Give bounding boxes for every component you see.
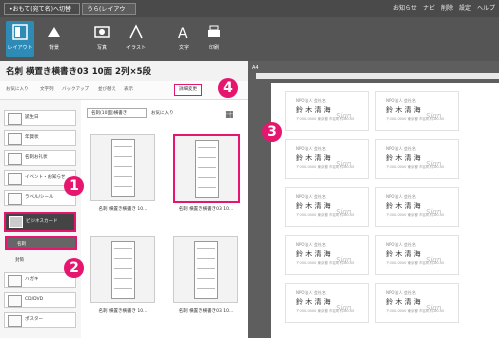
- template-thumbnail: [90, 236, 155, 303]
- template-thumbnail: [173, 236, 238, 303]
- sidebar-item-business-card[interactable]: ビジネスカード: [4, 212, 76, 232]
- subitem-meishi[interactable]: 名刺: [5, 236, 77, 250]
- menu-navi[interactable]: ナビ: [423, 3, 435, 12]
- layout-header: 名刺 横置き横書き03 10面 2列×5段: [0, 61, 248, 81]
- illustration-button[interactable]: イラスト: [122, 21, 150, 57]
- photo-icon: [94, 26, 110, 38]
- category-icon: [8, 133, 22, 145]
- filter-favorite[interactable]: お気に入り: [6, 86, 29, 92]
- menu-news[interactable]: お知らせ: [393, 3, 417, 12]
- sidebar-item-poster[interactable]: ポスター: [4, 312, 76, 328]
- category-icon: [8, 315, 22, 327]
- sidebar-item-postcard[interactable]: ハガキ: [4, 272, 76, 288]
- template-caption: 名刺 横置き横書き03 10...: [178, 309, 234, 314]
- menu-help[interactable]: ヘルプ: [477, 3, 495, 12]
- template-thumbnail: [90, 134, 155, 201]
- filter-bar: お気に入り 文字列 バックアップ 並び替え 表示: [0, 81, 248, 100]
- business-card-preview: NPO法人 会社名鈴 木 清 海〒000-0000 東京都 市区町村 00-00…: [375, 91, 459, 131]
- filter-text[interactable]: 文字列: [40, 86, 54, 92]
- callout-badge-3: 3: [262, 122, 282, 142]
- sidebar-item-newyear[interactable]: 年賀状: [4, 130, 76, 146]
- layout-button[interactable]: レイアウト: [6, 21, 34, 57]
- business-card-preview: NPO法人 会社名鈴 木 清 海〒000-0000 東京都 市区町村 00-00…: [285, 187, 369, 227]
- grid-view-icon[interactable]: ▦: [225, 110, 234, 120]
- favorite-link[interactable]: お気に入り: [151, 110, 174, 116]
- template-thumbnail: [173, 134, 240, 203]
- svg-text:A: A: [178, 26, 188, 41]
- business-card-preview: NPO法人 会社名鈴 木 清 海〒000-0000 東京都 市区町村 00-00…: [375, 187, 459, 227]
- sidebar-item-cd[interactable]: CD/DVD: [4, 292, 76, 308]
- category-icon: [8, 173, 22, 185]
- callout-badge-1: 1: [64, 176, 84, 196]
- category-icon: [8, 113, 22, 125]
- business-card-preview: NPO法人 会社名鈴 木 清 海〒000-0000 東京都 市区町村 00-00…: [285, 235, 369, 275]
- business-card-preview: NPO法人 会社名鈴 木 清 海〒000-0000 東京都 市区町村 00-00…: [375, 235, 459, 275]
- text-icon: A: [178, 26, 188, 41]
- main-toolbar: レイアウト 背景 写真 イラスト A 文字 印刷: [0, 17, 499, 61]
- filter-view[interactable]: 表示: [124, 86, 133, 92]
- callout-badge-4: 4: [218, 78, 238, 98]
- tab-back[interactable]: うら(レイアウト): [82, 3, 136, 25]
- detail-change-button[interactable]: 詳細変更: [174, 84, 202, 96]
- category-icon: [9, 216, 23, 228]
- template-card[interactable]: 名刺 横置き横書き 10...: [84, 230, 162, 322]
- category-icon: [8, 153, 22, 165]
- category-sidebar: 誕生日 年賀状 名刺お礼状 イベント・お知らせ ラベル/シール ビジネスカード …: [0, 100, 82, 338]
- business-card-preview: NPO法人 会社名鈴 木 清 海〒000-0000 東京都 市区町村 00-00…: [285, 283, 369, 323]
- category-icon: [8, 275, 22, 287]
- template-card[interactable]: 名刺 横置き横書き03 10...: [167, 230, 245, 322]
- sidebar-item-birthday[interactable]: 誕生日: [4, 110, 76, 126]
- template-caption: 名刺 横置き横書き 10...: [98, 309, 148, 314]
- business-card-preview: NPO法人 会社名鈴 木 清 海〒000-0000 東京都 市区町村 00-00…: [285, 139, 369, 179]
- category-icon: [8, 193, 22, 205]
- top-bar: •おもて(宛て名)へ切替 うら(レイアウト) お知らせ ナビ 削除 設定 ヘルプ: [0, 0, 499, 25]
- ruler: [256, 73, 499, 79]
- template-caption: 名刺 横置き横書き03 10...: [178, 207, 234, 212]
- page-title: 名刺 横置き横書き03 10面 2列×5段: [6, 67, 151, 77]
- callout-badge-2: 2: [64, 258, 84, 278]
- layout-preview: A4 NPO法人 会社名鈴 木 清 海〒000-0000 東京都 市区町村 00…: [248, 61, 499, 338]
- background-button[interactable]: 背景: [40, 21, 68, 57]
- business-card-preview: NPO法人 会社名鈴 木 清 海〒000-0000 東京都 市区町村 00-00…: [375, 283, 459, 323]
- print-button[interactable]: 印刷: [200, 21, 228, 57]
- paper-size-label: A4: [252, 65, 259, 71]
- template-caption: 名刺 横置き横書き 10...: [98, 207, 148, 212]
- top-menu: お知らせ ナビ 削除 設定 ヘルプ: [393, 3, 495, 12]
- filter-sort[interactable]: 並び替え: [98, 86, 116, 92]
- template-card-selected[interactable]: 名刺 横置き横書き03 10...: [167, 128, 245, 220]
- sidebar-item-label[interactable]: ラベル/シール: [4, 190, 76, 206]
- business-card-preview: NPO法人 会社名鈴 木 清 海〒000-0000 東京都 市区町村 00-00…: [285, 91, 369, 131]
- photo-button[interactable]: 写真: [88, 21, 116, 57]
- template-dropdown[interactable]: 名刺(10面)横書き: [87, 108, 147, 118]
- template-card[interactable]: 名刺 横置き横書き 10...: [84, 128, 162, 220]
- preview-paper[interactable]: NPO法人 会社名鈴 木 清 海〒000-0000 東京都 市区町村 00-00…: [271, 83, 499, 338]
- text-button[interactable]: A 文字: [170, 21, 198, 57]
- business-card-preview: NPO法人 会社名鈴 木 清 海〒000-0000 東京都 市区町村 00-00…: [375, 139, 459, 179]
- tab-front[interactable]: •おもて(宛て名)へ切替: [4, 3, 80, 15]
- illustration-icon: [129, 24, 143, 39]
- print-icon: [208, 25, 220, 37]
- filter-backup[interactable]: バックアップ: [62, 86, 89, 92]
- background-icon: [48, 27, 60, 37]
- template-list: 名刺(10面)横書き お気に入り ▦ 名刺 横置き横書き 10... 名刺 横置…: [81, 100, 248, 338]
- sidebar-item-thanks[interactable]: 名刺お礼状: [4, 150, 76, 166]
- layout-icon: [12, 24, 28, 40]
- category-icon: [8, 295, 22, 307]
- menu-delete[interactable]: 削除: [441, 3, 453, 12]
- menu-settings[interactable]: 設定: [459, 3, 471, 12]
